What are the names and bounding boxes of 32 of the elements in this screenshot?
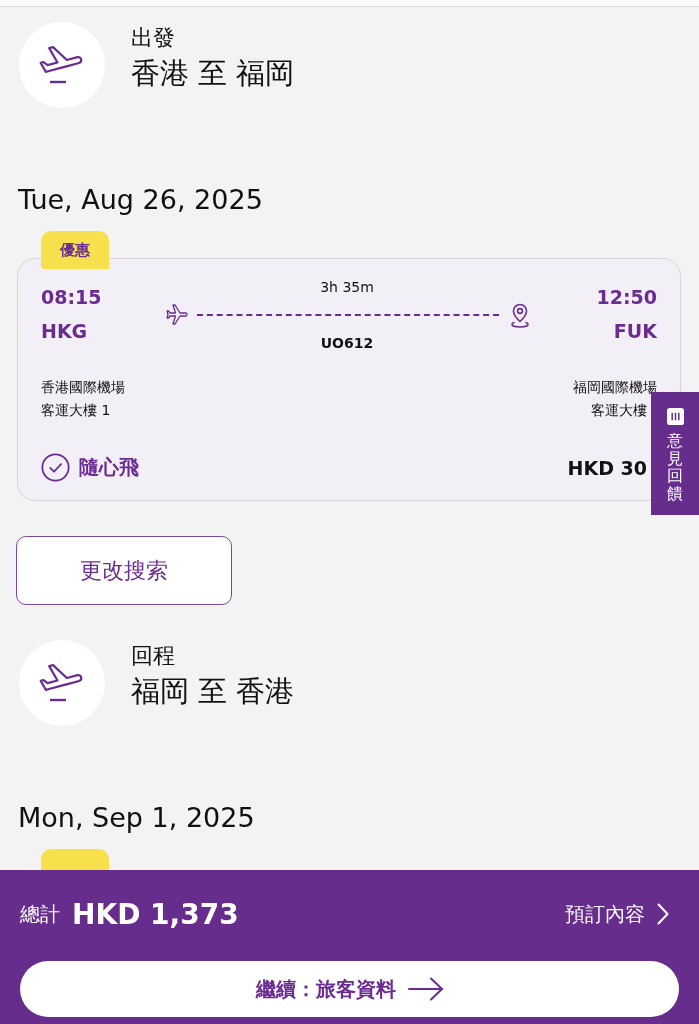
continue-button[interactable]: 繼續：旅客資料 — [20, 961, 679, 1017]
plane-icon — [163, 303, 191, 327]
trip-route: 香港 至 福岡 — [131, 55, 295, 92]
bars-icon — [666, 408, 684, 425]
booking-details-link[interactable]: 預訂內容 — [565, 900, 669, 928]
arrow-right-icon — [407, 977, 444, 1001]
plane-takeoff-icon — [19, 640, 105, 726]
departure-time: 08:15 — [41, 286, 102, 308]
fare-price: HKD 30 — [567, 456, 647, 479]
departure-airport-name: 香港國際機場 — [41, 378, 125, 397]
plane-takeoff-icon — [19, 22, 105, 108]
check-circle-icon — [41, 453, 70, 482]
deal-badge: 優惠 — [41, 231, 109, 269]
feedback-tab[interactable]: 意見回饋 — [651, 392, 699, 515]
total-label: 總計 — [20, 900, 60, 928]
arrival-airport-code: FUK — [613, 320, 657, 342]
total-amount: HKD 1,373 — [72, 897, 239, 931]
fare-name: 隨心飛 — [79, 454, 139, 481]
trip-date: Tue, Aug 26, 2025 — [18, 183, 263, 217]
flight-duration: 3h 35m — [320, 278, 374, 296]
trip-date: Mon, Sep 1, 2025 — [18, 801, 255, 835]
chevron-right-icon — [657, 903, 669, 925]
change-search-button[interactable]: 更改搜索 — [16, 536, 232, 605]
departure-terminal: 客運大樓 1 — [41, 401, 111, 420]
trip-direction-label: 回程 — [131, 642, 175, 670]
location-pin-icon — [509, 302, 531, 328]
arrival-time: 12:50 — [596, 286, 657, 308]
arrival-terminal: 客運大樓 — [591, 401, 647, 420]
departure-airport-code: HKG — [41, 320, 88, 342]
trip-direction-label: 出發 — [131, 24, 175, 52]
flight-number: UO612 — [320, 334, 374, 352]
trip-route: 福岡 至 香港 — [131, 673, 295, 710]
